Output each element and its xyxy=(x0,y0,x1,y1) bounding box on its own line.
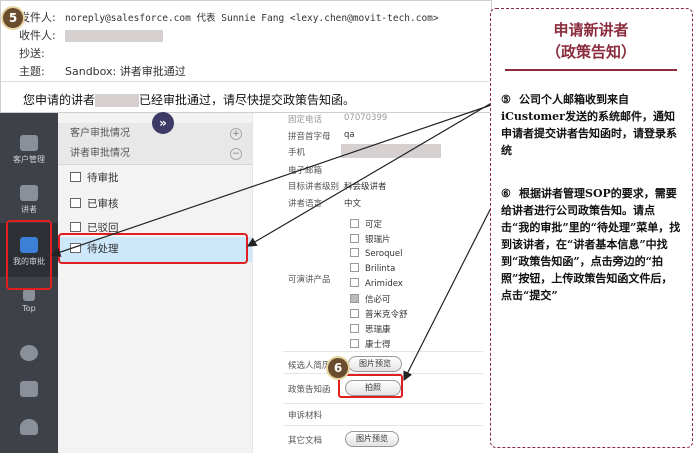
arrow-to-to-process xyxy=(246,97,501,247)
step5-text: ⑤ 公司个人邮箱收到来自iCustomer发送的系统邮件，通知申请者提交讲者告知函… xyxy=(501,93,677,157)
step6-text: ⑥ 根据讲者管理SOP的要求，需要给讲者进行公司政策告知。请点击“我的审批”里的“… xyxy=(501,187,681,302)
panel-divider xyxy=(505,69,677,71)
panel-title-sub: （政策告知） xyxy=(545,43,636,61)
arrow-to-photo-button xyxy=(403,189,501,382)
instruction-panel: 申请新讲者 （政策告知） ⑤ 公司个人邮箱收到来自iCustomer发送的系统邮件… xyxy=(490,8,693,448)
panel-title-main: 申请新讲者 xyxy=(553,21,629,39)
arrow-to-my-approval xyxy=(50,101,501,257)
